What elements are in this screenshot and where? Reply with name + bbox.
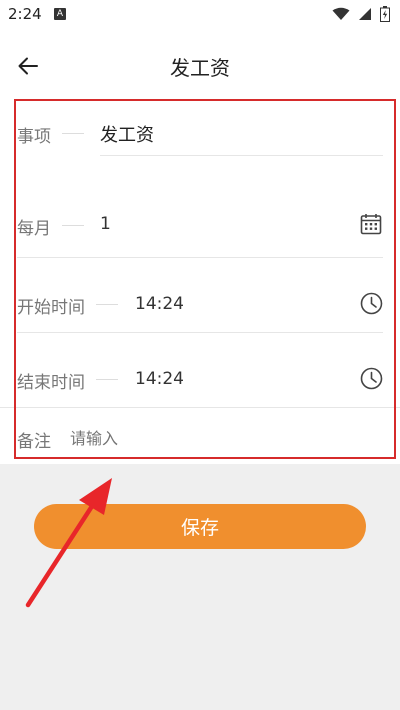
clock-icon [360,367,382,389]
start-time-clock-button[interactable] [358,290,384,316]
label-dash [62,225,84,226]
end-time-value[interactable]: 14:24 [135,369,184,389]
status-icons [332,6,390,22]
monthly-row[interactable]: 每月 1 [0,174,400,258]
battery-icon [380,6,390,22]
item-underline [100,155,383,156]
calendar-icon [360,214,382,235]
item-row[interactable]: 事项 发工资 [0,100,400,174]
label-dash [62,133,84,134]
notification-badge: A [54,8,66,20]
end-time-row[interactable]: 结束时间 14:24 [0,332,400,408]
monthly-value[interactable]: 1 [100,214,111,234]
event-form: 事项 发工资 每月 1 开始时间 14:24 结束时间 14:24 备注 请输入 [0,100,400,464]
calendar-button[interactable] [358,211,384,237]
start-time-row[interactable]: 开始时间 14:24 [0,258,400,333]
remark-row[interactable]: 备注 [0,408,400,464]
signal-icon [359,8,371,20]
page-title: 发工资 [170,56,230,80]
start-time-value[interactable]: 14:24 [135,294,184,314]
wifi-icon [332,7,350,20]
end-time-clock-button[interactable] [358,365,384,391]
label-dash [96,304,118,305]
status-bar: 2:24 A [0,0,400,30]
item-label: 事项 [17,127,51,147]
end-time-label: 结束时间 [17,373,85,393]
start-time-label: 开始时间 [17,298,85,318]
remark-label: 备注 [17,432,51,452]
remark-input[interactable] [70,427,350,449]
save-button[interactable]: 保存 [34,504,366,549]
label-dash [96,379,118,380]
status-time: 2:24 [8,5,42,23]
monthly-label: 每月 [17,219,51,239]
clock-icon [360,292,382,314]
item-value[interactable]: 发工资 [100,121,154,147]
app-bar: 发工资 [0,30,400,100]
